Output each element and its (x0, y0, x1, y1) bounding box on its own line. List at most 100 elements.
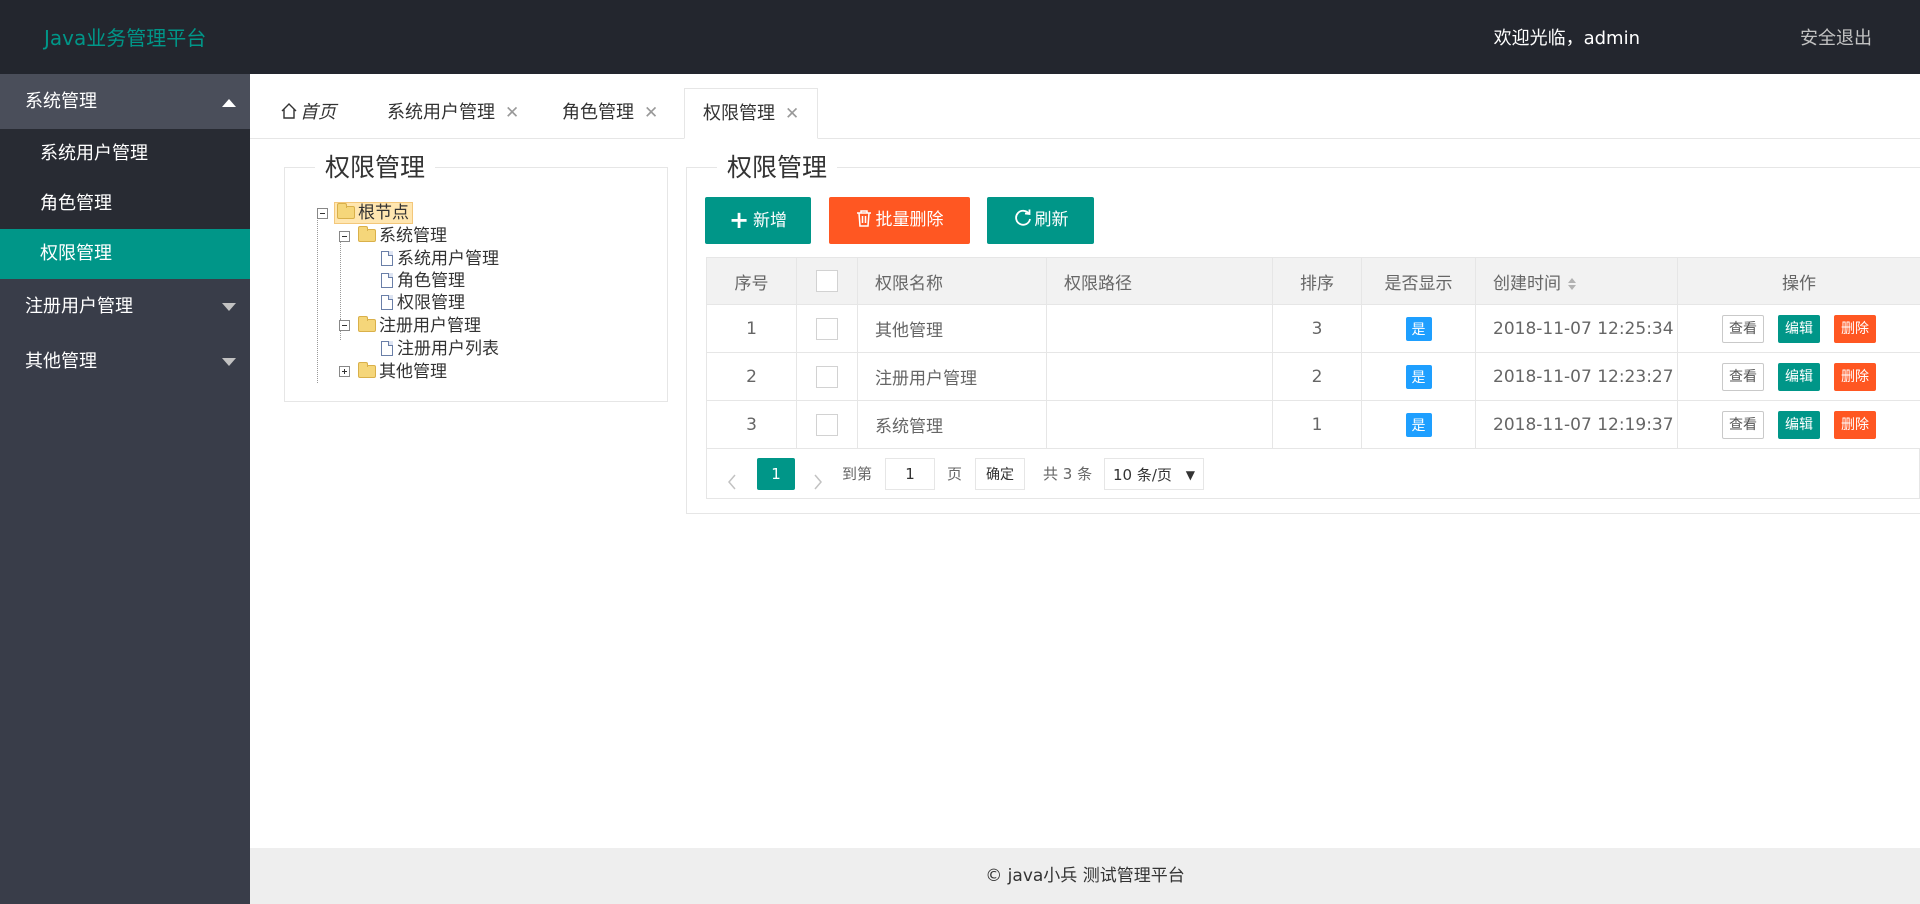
page-size-select[interactable]: 10 条/页 ▼ (1104, 458, 1204, 490)
tab-roles[interactable]: 角色管理 ✕ (562, 88, 658, 139)
tree-node-system[interactable]: 系统管理 (358, 225, 447, 247)
sidebar-item-roles[interactable]: 角色管理 (0, 179, 250, 229)
sidebar-group-label: 注册用户管理 (25, 296, 133, 317)
goto-label: 到第 (842, 465, 873, 483)
home-icon (281, 103, 297, 119)
tree-node-label: 系统管理 (379, 226, 447, 246)
collapse-toggle-icon[interactable] (339, 320, 350, 331)
delete-button[interactable]: 删除 (1834, 362, 1876, 391)
tree-node-label: 根节点 (358, 203, 409, 223)
tree-node-registered-user-list[interactable]: 注册用户列表 (381, 338, 499, 360)
tree-node-label: 权限管理 (397, 293, 465, 313)
expand-toggle-icon[interactable] (339, 366, 350, 377)
cell-created: 2018-11-07 12:25:34 (1475, 304, 1678, 353)
sidebar-group-other[interactable]: 其他管理 (0, 334, 250, 389)
caret-down-icon (222, 303, 236, 311)
header-name: 权限名称 (857, 257, 1047, 305)
refresh-label: 刷新 (1034, 210, 1069, 230)
file-icon (381, 273, 393, 288)
visible-badge: 是 (1405, 364, 1432, 389)
cell-path (1046, 304, 1273, 353)
file-icon (381, 295, 393, 310)
edit-button[interactable]: 编辑 (1778, 362, 1820, 391)
cell-index: 2 (706, 352, 797, 401)
delete-button[interactable]: 删除 (1834, 410, 1876, 439)
add-button[interactable]: + 新增 (705, 197, 811, 244)
edit-button[interactable]: 编辑 (1778, 314, 1820, 343)
close-icon[interactable]: ✕ (644, 103, 658, 123)
goto-confirm-button[interactable]: 确定 (975, 458, 1025, 490)
delete-button[interactable]: 删除 (1834, 314, 1876, 343)
logout-link[interactable]: 安全退出 (1800, 24, 1872, 50)
sidebar-submenu-system: 系统用户管理 角色管理 权限管理 (0, 129, 250, 279)
refresh-button[interactable]: 刷新 (987, 197, 1094, 244)
pagination: 1 到第 页 确定 共 3 条 10 条/页 ▼ (706, 449, 1920, 499)
table-row: 3 系统管理 1 是 2018-11-07 12:19:37 查看 编辑 删除 (706, 400, 1920, 449)
sidebar-item-permissions[interactable]: 权限管理 (0, 229, 250, 279)
tree-node-roles[interactable]: 角色管理 (381, 270, 465, 292)
row-checkbox[interactable] (816, 365, 838, 388)
sidebar-group-label: 其他管理 (25, 351, 97, 372)
cell-order: 1 (1272, 400, 1362, 449)
sidebar: 系统管理 系统用户管理 角色管理 权限管理 注册用户管理 其他管理 (0, 74, 250, 904)
sidebar-group-registered-users[interactable]: 注册用户管理 (0, 279, 250, 334)
page-number-current[interactable]: 1 (757, 458, 795, 490)
tab-system-users[interactable]: 系统用户管理 ✕ (387, 88, 519, 139)
tree-node-system-users[interactable]: 系统用户管理 (381, 248, 499, 270)
goto-page-input[interactable] (885, 458, 935, 490)
sidebar-group-label: 系统管理 (25, 91, 97, 112)
next-page-icon[interactable] (813, 466, 823, 498)
cell-name: 其他管理 (857, 304, 1047, 353)
row-checkbox[interactable] (816, 413, 838, 436)
tree-node-permissions[interactable]: 权限管理 (381, 292, 465, 314)
tree-panel-title: 权限管理 (315, 148, 436, 184)
tab-home[interactable]: 首页 (280, 88, 336, 139)
select-all-checkbox[interactable] (816, 270, 838, 292)
cell-order: 2 (1272, 352, 1362, 401)
tab-home-label: 首页 (300, 102, 336, 123)
collapse-toggle-icon[interactable] (317, 208, 328, 219)
cell-select (796, 304, 858, 353)
header-ops: 操作 (1677, 257, 1920, 305)
tab-label: 系统用户管理 (387, 102, 495, 123)
cell-path (1046, 400, 1273, 449)
close-icon[interactable]: ✕ (785, 104, 799, 124)
sort-icon[interactable] (1567, 277, 1577, 291)
tree-line (317, 215, 318, 383)
cell-created: 2018-11-07 12:19:37 (1475, 400, 1678, 449)
tree-node-root[interactable]: 根节点 (334, 202, 413, 224)
cell-name: 注册用户管理 (857, 352, 1047, 401)
batch-delete-button[interactable]: 批量删除 (829, 197, 970, 244)
visible-badge: 是 (1405, 412, 1432, 437)
prev-page-icon[interactable] (727, 466, 737, 498)
tab-bar: 首页 系统用户管理 ✕ 角色管理 ✕ 权限管理 ✕ (250, 74, 1920, 139)
permissions-table: 序号 权限名称 权限路径 排序 是否显示 创建时间 操作 1 其他管理 3 是 … (706, 257, 1920, 449)
tree-panel: 权限管理 根节点 系统管理 系统用户管理 角色管理 权限管理 注册用户管理 注册… (284, 148, 668, 402)
view-button[interactable]: 查看 (1722, 314, 1764, 343)
cell-select (796, 352, 858, 401)
collapse-toggle-icon[interactable] (339, 231, 350, 242)
footer: © java小兵 测试管理平台 (250, 848, 1920, 904)
app-logo-title[interactable]: Java业务管理平台 (44, 22, 206, 51)
view-button[interactable]: 查看 (1722, 362, 1764, 391)
table-header-row: 序号 权限名称 权限路径 排序 是否显示 创建时间 操作 (706, 257, 1920, 305)
view-button[interactable]: 查看 (1722, 410, 1764, 439)
close-icon[interactable]: ✕ (505, 103, 519, 123)
caret-up-icon (222, 99, 236, 107)
header-created[interactable]: 创建时间 (1475, 257, 1678, 305)
visible-badge: 是 (1405, 316, 1432, 341)
tree-node-other[interactable]: 其他管理 (358, 361, 447, 383)
header-visible: 是否显示 (1361, 257, 1476, 305)
tab-permissions[interactable]: 权限管理 ✕ (684, 88, 819, 139)
edit-button[interactable]: 编辑 (1778, 410, 1820, 439)
sidebar-group-system[interactable]: 系统管理 (0, 74, 250, 129)
folder-open-icon (358, 226, 376, 242)
sidebar-item-system-users[interactable]: 系统用户管理 (0, 129, 250, 179)
cell-created: 2018-11-07 12:23:27 (1475, 352, 1678, 401)
page-unit-label: 页 (947, 465, 963, 483)
page-size-value: 10 条/页 (1113, 466, 1172, 484)
tree-node-registered-users[interactable]: 注册用户管理 (358, 315, 481, 337)
tree-node-label: 角色管理 (397, 271, 465, 291)
header-path: 权限路径 (1046, 257, 1273, 305)
row-checkbox[interactable] (816, 317, 838, 340)
